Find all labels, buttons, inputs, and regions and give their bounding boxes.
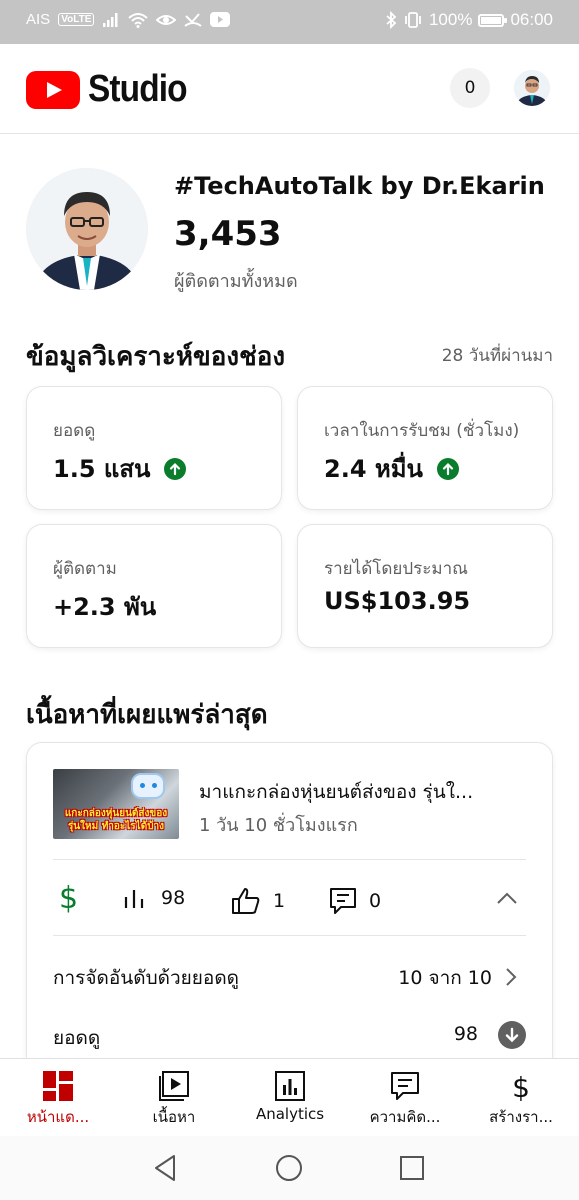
clock: 06:00	[510, 10, 553, 29]
card-label: เวลาในการรับชม (ชั่วโมง)	[324, 421, 520, 441]
latest-content-title: เนื้อหาที่เผยแพร่ล่าสุด	[26, 700, 268, 730]
channel-avatar[interactable]	[26, 168, 148, 290]
card-value: 1.5 แสน	[53, 455, 151, 483]
trend-up-icon	[164, 457, 187, 480]
system-navigation-bar	[0, 1136, 579, 1200]
views-metric-row: ยอดดู 98	[53, 1021, 526, 1053]
views-count: 98	[161, 887, 186, 909]
comments-stat: 0	[329, 887, 381, 915]
status-bar-left: AIS VoLTE	[26, 11, 231, 28]
nav-label: ความคิด...	[369, 1108, 441, 1126]
nav-label: หน้าแด...	[26, 1108, 90, 1126]
status-bar-right: 100% 06:00	[385, 10, 553, 30]
views-metric-label: ยอดดู	[53, 1027, 101, 1049]
channel-avatar-image-icon	[26, 168, 148, 290]
card-value: 2.4 หมื่น	[324, 455, 423, 483]
chevron-up-icon[interactable]	[495, 887, 519, 911]
youtube-logo-icon	[26, 70, 80, 109]
youtube-studio-logo[interactable]: Studio	[26, 68, 200, 111]
nav-label: Analytics	[255, 1105, 325, 1123]
trend-down-icon	[498, 1021, 526, 1049]
views-stat: 98	[123, 887, 185, 909]
video-title[interactable]: มาแกะกล่องหุ่นยนต์ส่งของ รุ่นใ...	[199, 777, 473, 807]
account-avatar[interactable]	[514, 70, 550, 106]
youtube-icon	[210, 12, 231, 27]
avatar-image-icon	[514, 70, 550, 106]
analytics-card-revenue[interactable]: รายได้โดยประมาณ US$103.95	[297, 524, 553, 648]
video-thumbnail[interactable]: แกะกล่องหุ่นยนต์ส่งของ รุ่นใหม่ ทำอะไรได…	[53, 769, 179, 839]
rank-value: 10 จาก 10	[398, 967, 492, 989]
battery-percent: 100%	[428, 10, 473, 29]
card-label: ผู้ติดตาม	[53, 559, 117, 579]
likes-stat: 1	[231, 887, 285, 915]
content-icon	[159, 1071, 189, 1101]
app-bar: Studio 0	[0, 44, 579, 134]
card-value: +2.3 พัน	[53, 593, 157, 621]
analytics-section-title: ข้อมูลวิเคราะห์ของช่อง	[26, 342, 286, 372]
nav-analytics[interactable]: Analytics	[232, 1059, 348, 1137]
comment-icon	[330, 888, 356, 914]
divider	[53, 859, 526, 860]
card-label: รายได้โดยประมาณ	[324, 559, 468, 579]
studio-wordmark: Studio	[88, 68, 188, 110]
dashboard-icon	[43, 1071, 73, 1101]
battery-icon	[478, 13, 508, 27]
monetization-icon: $	[512, 1071, 530, 1101]
bar-chart-icon	[124, 890, 144, 908]
thumbnail-caption: แกะกล่องหุ่นยนต์ส่งของ รุ่นใหม่ ทำอะไรได…	[64, 808, 168, 832]
monetization-dollar-icon: $	[59, 881, 79, 916]
volte-badge: VoLTE	[58, 13, 95, 26]
likes-count: 1	[273, 890, 286, 912]
analytics-card-subscribers[interactable]: ผู้ติดตาม +2.3 พัน	[26, 524, 282, 648]
nav-comments[interactable]: ความคิด...	[347, 1059, 463, 1137]
signal-icon	[103, 12, 118, 27]
divider	[53, 935, 526, 936]
wifi-icon	[128, 12, 149, 28]
bluetooth-icon	[386, 11, 397, 29]
recents-icon[interactable]	[396, 1152, 428, 1184]
thumbs-up-icon	[232, 888, 260, 914]
video-meta: 1 วัน 10 ชั่วโมงแรก	[199, 815, 358, 836]
home-icon[interactable]	[273, 1152, 305, 1184]
vibrate-icon	[405, 12, 421, 28]
views-metric-value: 98	[453, 1023, 478, 1045]
analytics-card-watch-time[interactable]: เวลาในการรับชม (ชั่วโมง) 2.4 หมื่น	[297, 386, 553, 510]
nav-content[interactable]: เนื้อหา	[116, 1059, 232, 1137]
card-label: ยอดดู	[53, 421, 96, 441]
chevron-right-icon	[506, 968, 517, 986]
comments-count: 0	[369, 890, 382, 912]
comments-icon	[391, 1072, 419, 1100]
notification-count: 0	[464, 78, 476, 98]
nav-dashboard[interactable]: หน้าแด...	[0, 1059, 116, 1137]
analytics-period: 28 วันที่ผ่านมา	[441, 346, 553, 366]
card-value: US$103.95	[324, 587, 471, 615]
notifications-button[interactable]: 0	[450, 68, 490, 108]
trend-up-icon	[436, 457, 459, 480]
nav-label: เนื้อหา	[152, 1108, 196, 1126]
analytics-icon	[275, 1071, 305, 1101]
eye-icon	[156, 14, 177, 25]
missed-call-icon	[184, 12, 202, 27]
nav-monetization[interactable]: $ สร้างรา...	[463, 1059, 579, 1137]
view-rank-row[interactable]: การจัดอันดับด้วยยอดดู 10 จาก 10	[53, 963, 526, 993]
rank-label: การจัดอันดับด้วยยอดดู	[53, 967, 240, 989]
subscriber-count: 3,453	[174, 214, 282, 254]
bottom-navigation: หน้าแด... เนื้อหา Analytics ความคิด... $…	[0, 1058, 579, 1136]
subscriber-label: ผู้ติดตามทั้งหมด	[174, 271, 298, 292]
channel-name: #TechAutoTalk by Dr.Ekarin	[174, 172, 545, 200]
status-bar: AIS VoLTE 100% 06:00	[0, 0, 579, 44]
back-icon[interactable]	[150, 1152, 182, 1184]
nav-label: สร้างรา...	[489, 1108, 553, 1126]
analytics-card-views[interactable]: ยอดดู 1.5 แสน	[26, 386, 282, 510]
robot-image	[131, 773, 165, 799]
video-stats-row: $ 98 1 0	[27, 879, 552, 923]
latest-content-card: แกะกล่องหุ่นยนต์ส่งของ รุ่นใหม่ ทำอะไรได…	[26, 742, 553, 1072]
carrier-label: AIS	[26, 11, 51, 28]
svg-text:$: $	[512, 1071, 530, 1101]
